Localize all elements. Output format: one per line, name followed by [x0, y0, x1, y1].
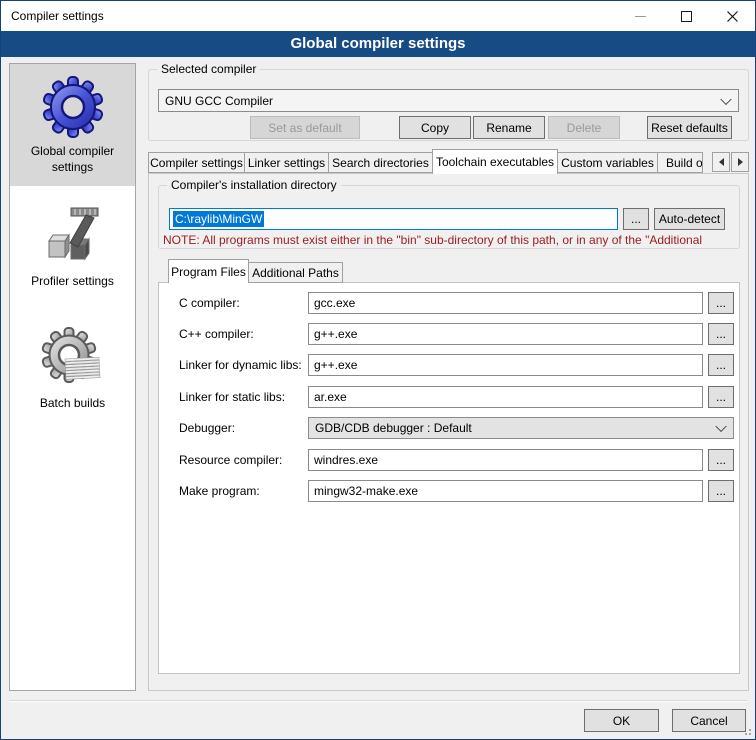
c-compiler-label: C compiler: [179, 296, 240, 310]
dynamic-linker-label: Linker for dynamic libs: [179, 358, 302, 372]
sidebar-item-batch-builds[interactable]: Batch builds [10, 308, 135, 430]
tab-search-directories[interactable]: Search directories [328, 152, 433, 173]
minimize-button[interactable] [617, 1, 663, 31]
make-program-browse-button[interactable]: ... [708, 480, 734, 502]
settings-category-list: Global compiler settings Pr [9, 63, 136, 691]
group-label: Selected compiler [157, 62, 260, 76]
debugger-select-value: GDB/CDB debugger : Default [315, 421, 472, 435]
tab-build-options[interactable]: Build options [657, 152, 703, 173]
sidebar-item-label: Profiler settings [21, 274, 125, 290]
dialog-header: Global compiler settings [1, 31, 755, 57]
make-program-label: Make program: [179, 484, 260, 498]
gray-gear-stack-icon [41, 327, 105, 391]
static-linker-input[interactable] [308, 386, 703, 408]
program-files-panel: C compiler: ... C++ compiler: ... Linker… [158, 282, 740, 674]
resource-compiler-browse-button[interactable]: ... [708, 449, 734, 471]
sidebar-item-label: Global compiler settings [21, 144, 125, 175]
caliper-tool-icon [41, 205, 105, 269]
copy-button[interactable]: Copy [399, 116, 471, 139]
chevron-down-icon [720, 93, 731, 104]
blue-gear-icon [41, 75, 105, 139]
titlebar: Compiler settings [1, 1, 755, 31]
auto-detect-button[interactable]: Auto-detect [654, 208, 725, 230]
tab-bar: Compiler settings Linker settings Search… [148, 149, 749, 174]
set-as-default-button[interactable]: Set as default [250, 116, 360, 139]
tab-scroll-left-button[interactable] [712, 152, 730, 172]
static-linker-browse-button[interactable]: ... [708, 386, 734, 408]
toolchain-executables-panel: Compiler's installation directory C:\ray… [148, 173, 749, 691]
resource-compiler-input[interactable] [308, 449, 703, 471]
c-compiler-browse-button[interactable]: ... [708, 292, 734, 314]
installation-directory-group: Compiler's installation directory C:\ray… [158, 185, 740, 249]
tab-linker-settings[interactable]: Linker settings [244, 152, 329, 173]
subtab-program-files[interactable]: Program Files [168, 259, 249, 283]
install-dir-input[interactable]: C:\raylib\MinGW [169, 208, 618, 230]
dynamic-linker-input[interactable] [308, 354, 703, 376]
tab-toolchain-executables[interactable]: Toolchain executables [432, 149, 558, 174]
resize-grip[interactable] [743, 727, 751, 735]
selected-compiler-group: Selected compiler GNU GCC Compiler Set a… [148, 69, 749, 141]
compiler-settings-dialog: Compiler settings Global compiler settin… [0, 0, 756, 740]
subtab-additional-paths[interactable]: Additional Paths [248, 262, 343, 283]
maximize-icon [681, 11, 692, 22]
close-icon [727, 11, 738, 22]
chevron-down-icon [715, 421, 726, 432]
close-button[interactable] [709, 1, 755, 31]
tab-scroll-right-button[interactable] [731, 152, 749, 172]
right-arrow-icon [738, 158, 743, 166]
install-dir-selected-text: C:\raylib\MinGW [173, 211, 264, 227]
window-title: Compiler settings [11, 9, 104, 23]
rename-button[interactable]: Rename [473, 116, 545, 139]
debugger-label: Debugger: [179, 421, 235, 435]
sidebar-item-global-compiler-settings[interactable]: Global compiler settings [10, 64, 135, 186]
cpp-compiler-label: C++ compiler: [179, 327, 254, 341]
ok-button[interactable]: OK [584, 709, 659, 732]
cancel-button[interactable]: Cancel [672, 709, 746, 732]
sidebar-item-label: Batch builds [21, 396, 125, 412]
minimize-icon [635, 16, 646, 17]
group-label: Compiler's installation directory [167, 178, 341, 192]
static-linker-label: Linker for static libs: [179, 390, 285, 404]
resource-compiler-label: Resource compiler: [179, 453, 282, 467]
c-compiler-input[interactable] [308, 292, 703, 314]
install-dir-browse-button[interactable]: ... [623, 208, 649, 230]
debugger-select[interactable]: GDB/CDB debugger : Default [308, 417, 734, 439]
compiler-select[interactable]: GNU GCC Compiler [158, 89, 739, 112]
footer-divider [9, 700, 747, 702]
sidebar-item-profiler-settings[interactable]: Profiler settings [10, 186, 135, 308]
maximize-button[interactable] [663, 1, 709, 31]
reset-defaults-button[interactable]: Reset defaults [647, 116, 732, 139]
make-program-input[interactable] [308, 480, 703, 502]
delete-button[interactable]: Delete [548, 116, 620, 139]
note-text: NOTE: All programs must exist either in … [163, 233, 737, 247]
compiler-select-value: GNU GCC Compiler [165, 94, 273, 108]
tab-compiler-settings[interactable]: Compiler settings [148, 152, 245, 173]
left-arrow-icon [719, 158, 724, 166]
tab-custom-variables[interactable]: Custom variables [557, 152, 658, 173]
cpp-compiler-input[interactable] [308, 323, 703, 345]
dynamic-linker-browse-button[interactable]: ... [708, 354, 734, 376]
cpp-compiler-browse-button[interactable]: ... [708, 323, 734, 345]
